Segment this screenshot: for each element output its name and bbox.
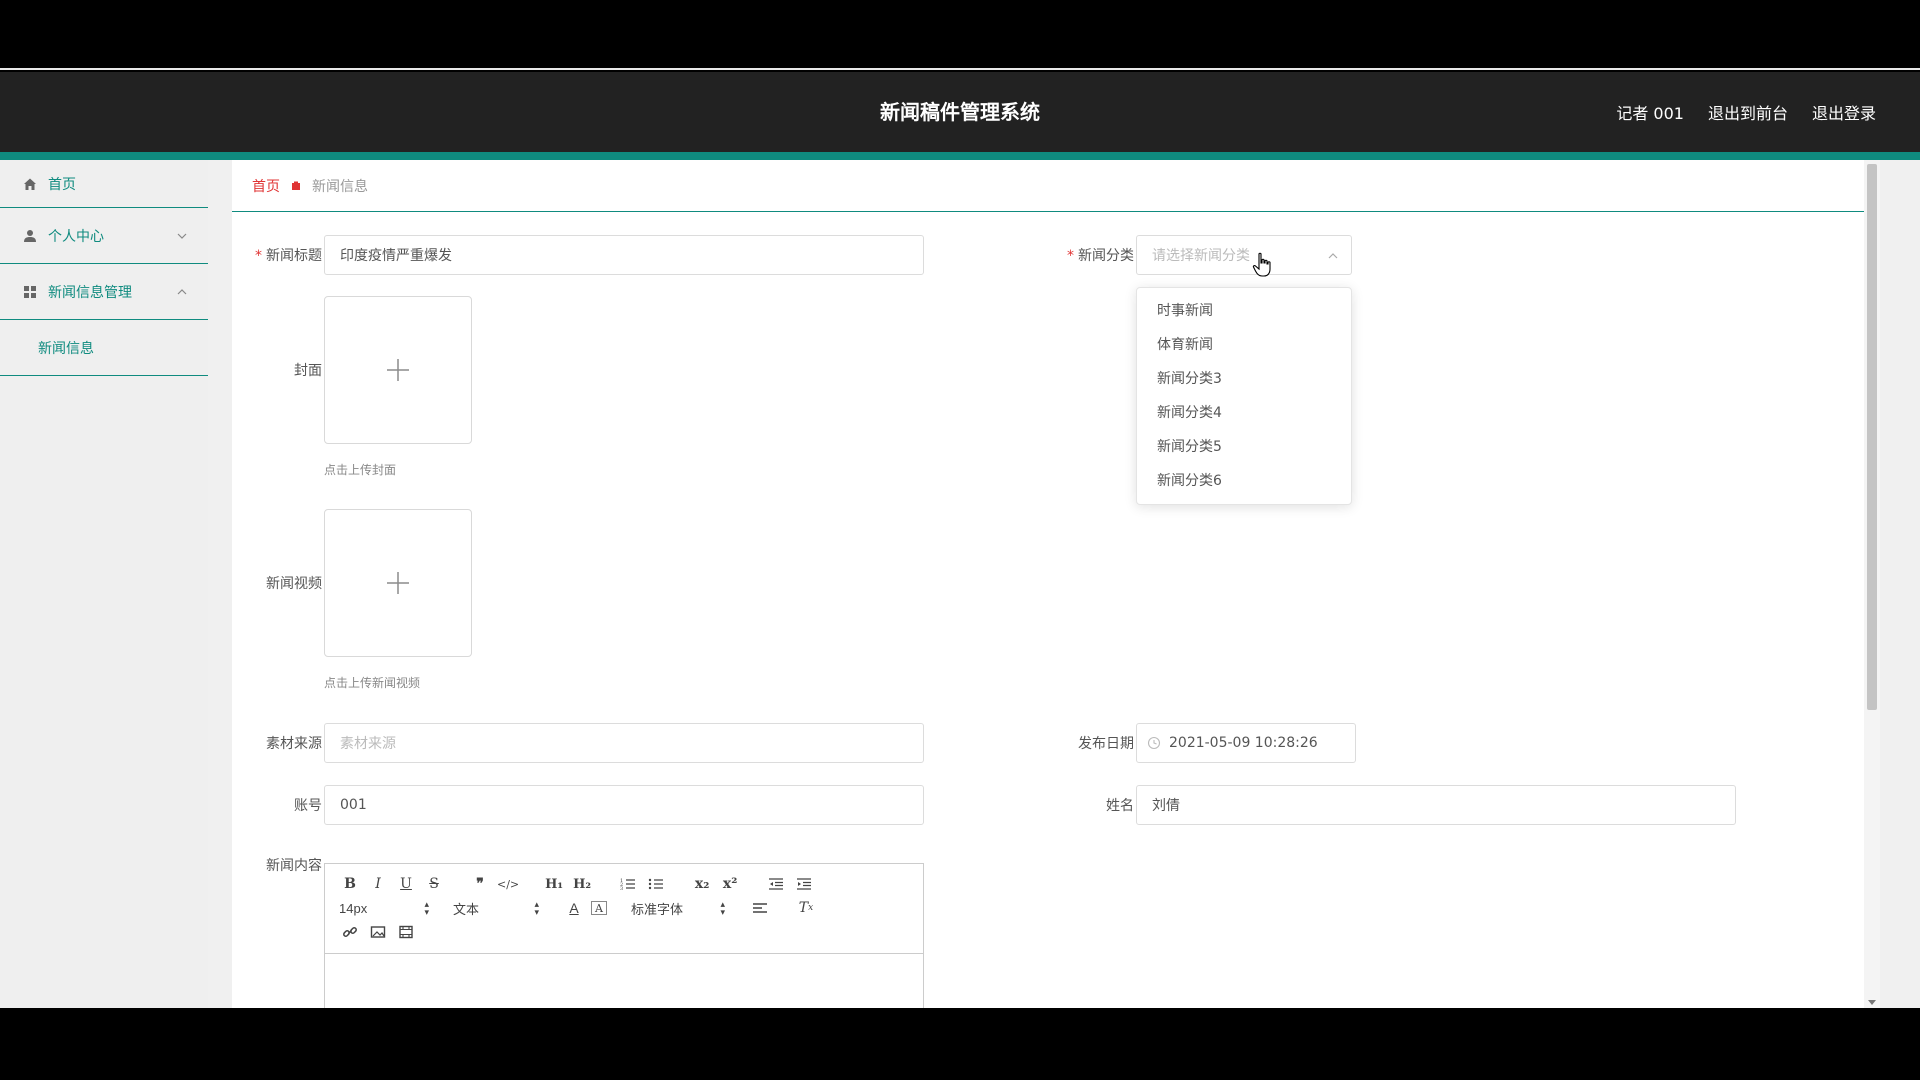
name-label: 姓名 <box>1106 798 1134 814</box>
code-block-icon[interactable]: </> <box>497 873 519 895</box>
user-icon <box>22 228 38 244</box>
letterbox-top <box>0 0 1920 70</box>
clock-icon <box>1147 736 1161 750</box>
category-option[interactable]: 时事新闻 <box>1137 294 1351 328</box>
chevron-up-icon <box>176 286 188 298</box>
title-label: * 新闻标题 <box>255 248 322 264</box>
heading-2-icon[interactable]: H₂ <box>571 873 593 895</box>
logout-link[interactable]: 退出登录 <box>1812 100 1876 124</box>
font-color-icon[interactable]: A <box>563 897 585 919</box>
editor-content-area[interactable] <box>325 954 923 1008</box>
title-input[interactable]: 印度疫情严重爆发 <box>324 235 924 275</box>
grid-icon <box>22 284 38 300</box>
video-label: 新闻视频 <box>266 576 322 592</box>
hand-pointer-icon <box>1252 252 1271 277</box>
plus-icon <box>387 359 409 381</box>
sidebar-item-label: 首页 <box>48 176 76 193</box>
video-upload[interactable] <box>324 509 472 657</box>
image-icon[interactable] <box>367 921 389 943</box>
cover-label: 封面 <box>294 363 322 379</box>
paragraph-select[interactable]: 文本 ▴ ▾ <box>453 899 539 918</box>
sidebar-item-label: 个人中心 <box>48 228 104 245</box>
name-input[interactable]: 刘倩 <box>1136 785 1736 825</box>
source-label: 素材来源 <box>266 736 322 752</box>
chevron-down-icon <box>176 230 188 242</box>
date-picker[interactable]: 2021-05-09 10:28:26 <box>1136 723 1356 763</box>
account-label: 账号 <box>294 798 322 814</box>
rich-text-editor: B I U S ❞ </> H₁ H₂ 123 x₂ x² 14px ▴ ▾ 文… <box>324 863 924 1008</box>
sidebar-item-label: 新闻信息管理 <box>48 284 132 301</box>
source-input[interactable]: 素材来源 <box>324 723 924 763</box>
date-label: 发布日期 <box>1078 736 1134 752</box>
chevron-up-icon <box>1327 250 1339 266</box>
category-option[interactable]: 新闻分类3 <box>1137 362 1351 396</box>
font-size-select[interactable]: 14px ▴ ▾ <box>339 900 429 917</box>
category-label: * 新闻分类 <box>1067 248 1134 264</box>
date-value: 2021-05-09 10:28:26 <box>1169 735 1318 751</box>
editor-toolbar: B I U S ❞ </> H₁ H₂ 123 x₂ x² 14px ▴ ▾ 文… <box>325 864 923 954</box>
main-content: 首页 新闻信息 * 新闻标题 印度疫情严重爆发 * 新闻分类 请选择新闻分类 时事新… <box>232 160 1880 1008</box>
breadcrumb: 首页 新闻信息 <box>232 160 1880 212</box>
sidebar-item-personal-center[interactable]: 个人中心 <box>0 208 208 264</box>
category-option[interactable]: 新闻分类4 <box>1137 396 1351 430</box>
strikethrough-icon[interactable]: S <box>423 873 445 895</box>
category-select[interactable]: 请选择新闻分类 <box>1136 235 1352 275</box>
svg-text:3: 3 <box>620 886 623 891</box>
subscript-icon[interactable]: x₂ <box>691 873 713 895</box>
ordered-list-icon[interactable]: 123 <box>617 873 639 895</box>
header-actions: 记者 001 退出到前台 退出登录 <box>1616 72 1876 152</box>
letterbox-bottom <box>0 1008 1920 1080</box>
category-placeholder: 请选择新闻分类 <box>1152 248 1250 264</box>
align-left-icon[interactable] <box>749 897 771 919</box>
link-icon[interactable] <box>339 921 361 943</box>
sidebar-item-home[interactable]: 首页 <box>0 160 208 208</box>
exit-front-link[interactable]: 退出到前台 <box>1708 100 1788 124</box>
home-icon <box>22 176 38 192</box>
scroll-down-arrow-icon[interactable] <box>1868 998 1876 1006</box>
indent-icon[interactable] <box>793 873 815 895</box>
breadcrumb-current: 新闻信息 <box>312 178 368 195</box>
sidebar-item-news-management[interactable]: 新闻信息管理 <box>0 264 208 320</box>
app-header: 新闻稿件管理系统 记者 001 退出到前台 退出登录 <box>0 72 1920 152</box>
video-icon[interactable] <box>395 921 417 943</box>
category-dropdown: 时事新闻 体育新闻 新闻分类3 新闻分类4 新闻分类5 新闻分类6 <box>1136 287 1352 505</box>
category-option[interactable]: 体育新闻 <box>1137 328 1351 362</box>
italic-icon[interactable]: I <box>367 873 389 895</box>
header-accent-bar <box>0 152 1920 160</box>
app-body: 首页 个人中心 新闻信息管理 新闻信息 首页 新闻信息 * 新闻标题 印度疫情严… <box>0 160 1920 1008</box>
font-family-select[interactable]: 标准字体 ▴ ▾ <box>631 899 725 918</box>
superscript-icon[interactable]: x² <box>719 873 741 895</box>
category-option[interactable]: 新闻分类6 <box>1137 464 1351 498</box>
clear-format-icon[interactable]: Tx <box>795 897 817 919</box>
plus-icon <box>387 572 409 594</box>
bold-icon[interactable]: B <box>339 873 361 895</box>
account-input[interactable]: 001 <box>324 785 924 825</box>
sidebar: 首页 个人中心 新闻信息管理 新闻信息 <box>0 160 208 1008</box>
cover-hint: 点击上传封面 <box>324 463 397 477</box>
outdent-icon[interactable] <box>765 873 787 895</box>
bullet-list-icon[interactable] <box>645 873 667 895</box>
current-user: 记者 001 <box>1616 104 1684 123</box>
scrollbar-thumb[interactable] <box>1867 164 1877 710</box>
main-scrollbar[interactable] <box>1864 160 1880 1008</box>
blockquote-icon[interactable]: ❞ <box>469 873 491 895</box>
content-label: 新闻内容 <box>266 858 322 874</box>
heading-1-icon[interactable]: H₁ <box>543 873 565 895</box>
video-hint: 点击上传新闻视频 <box>324 676 421 690</box>
cover-upload[interactable] <box>324 296 472 444</box>
background-color-icon[interactable]: A <box>591 901 607 915</box>
category-option[interactable]: 新闻分类5 <box>1137 430 1351 464</box>
underline-icon[interactable]: U <box>395 873 417 895</box>
breadcrumb-separator-icon <box>290 180 302 192</box>
sidebar-subitem-news-info[interactable]: 新闻信息 <box>0 320 208 376</box>
breadcrumb-home[interactable]: 首页 <box>252 176 280 196</box>
